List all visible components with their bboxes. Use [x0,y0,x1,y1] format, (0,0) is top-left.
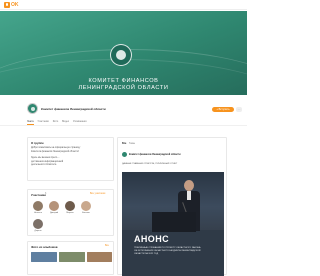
avatar [65,201,75,211]
post-author[interactable]: Комитет финансов Ленинградской области [129,153,181,156]
tab-members[interactable]: Участники [37,119,48,124]
all-photos-link[interactable]: Все [105,245,109,248]
group-name[interactable]: Комитет финансов Ленинградской области [41,107,106,111]
about-line: Комитета финансов Ленинградской области! [31,150,79,153]
avatar [33,219,43,229]
photo-thumbnail[interactable] [87,252,112,262]
tabs-divider [0,125,247,126]
feed-tab-all[interactable]: Все [122,142,126,145]
ok-logo-icon[interactable] [4,2,10,8]
member-card[interactable]: Марина [62,201,78,214]
member-card[interactable]: Дарина [30,219,46,232]
announcement-line: ОБЛАСТИ ЗА 2022 ГОД [134,252,159,255]
all-members-link[interactable]: Все участники [90,193,105,196]
members-count: 8 [45,193,47,196]
more-options-button[interactable]: … [236,107,242,112]
photo-thumbnail[interactable] [31,252,57,262]
coat-of-arms-icon [110,44,132,66]
feed-panel: Все Темы Комитет финансов Ленинградской … [117,137,227,276]
avatar [49,201,59,211]
post-author-avatar[interactable] [122,152,127,157]
announcement-text: ПУБЛИЧНЫЕ СЛУШАНИЯ ПО ПРОЕКТУ ОБЛАСТНОГО… [134,247,220,256]
photos-title[interactable]: Фото из альбомов [31,245,58,249]
member-name: Дарина [34,229,42,232]
cover-title-line2: ЛЕНИНГРАДСКОЙ ОБЛАСТИ [78,85,169,91]
tab-videos[interactable]: Видео [62,119,69,124]
cover-title-line1: КОМИТЕТ ФИНАНСОВ [88,78,159,84]
members-panel: Участники 8 Все участники Наталья Дмитри… [27,189,114,236]
announcement-title: АНОНС [134,234,169,244]
ok-logo-text[interactable]: OK [11,2,19,8]
photos-panel: Фото из альбомов Все [27,241,114,275]
member-name: Евгения [82,211,90,214]
about-panel: О группе Добро пожаловать на официальную… [27,137,114,181]
group-tabs: Лента Участники Фото Видео Упоминания [27,119,90,125]
tab-photos[interactable]: Фото [53,119,59,124]
top-navigation-bar: OK [0,0,247,10]
about-title: О группе [31,141,44,145]
avatar [33,201,43,211]
member-card[interactable]: Дмитрий [46,201,62,214]
tab-mentions[interactable]: Упоминания [73,119,87,124]
post-image[interactable]: АНОНС ПУБЛИЧНЫЕ СЛУШАНИЯ ПО ПРОЕКТУ ОБЛА… [122,172,224,276]
feed-tab-topics[interactable]: Темы [129,142,135,145]
member-name: Марина [66,211,74,214]
post-text: ДАННЫЕ ГЛАВНЫМ ОТВЕТОМ, ПУБЛИЧНЫЙ ОТЧЕТ [122,163,178,165]
podium [152,212,196,232]
members-title[interactable]: Участники [31,193,46,197]
join-group-button[interactable]: + Вступить [212,107,234,112]
member-card[interactable]: Наталья [30,201,46,214]
group-cover-image: КОМИТЕТ ФИНАНСОВ ЛЕНИНГРАДСКОЙ ОБЛАСТИ [0,11,247,95]
member-name: Дмитрий [49,211,59,214]
member-name: Наталья [34,211,42,214]
group-avatar[interactable] [27,103,38,114]
member-card[interactable]: Евгения [78,201,94,214]
photo-thumbnail[interactable] [59,252,85,262]
about-line: деятельности Комитета [31,164,57,166]
avatar [81,201,91,211]
